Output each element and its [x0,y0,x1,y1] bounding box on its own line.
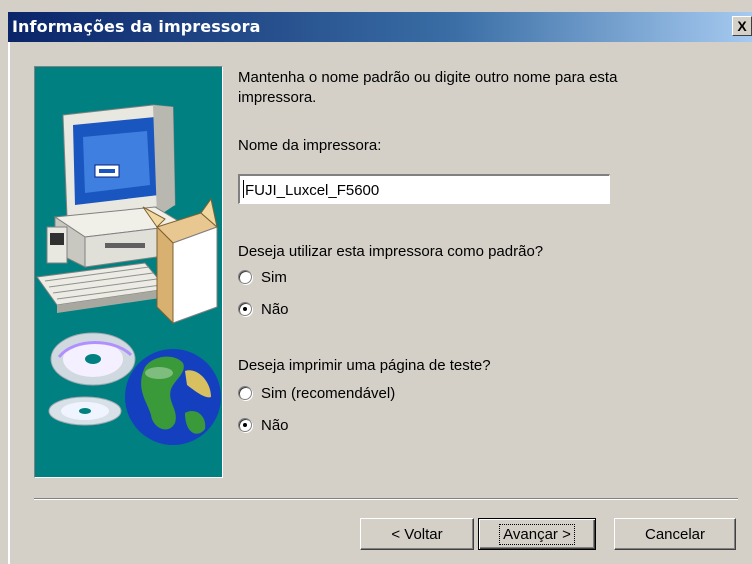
window-border [8,42,10,564]
printer-name-input[interactable]: FUJI_Luxcel_F5600 [238,174,610,204]
close-icon: X [737,18,747,34]
test-page-question: Deseja imprimir uma página de teste? [238,357,491,374]
title-bar[interactable]: Informações da impressora X [8,12,752,42]
text-caret [243,180,244,198]
radio-label: Sim (recomendável) [261,384,396,402]
default-no-option[interactable]: Não [238,298,289,320]
next-button[interactable]: Avançar > [478,518,596,550]
divider [34,498,738,500]
radio-label: Não [261,416,289,434]
intro-text: Mantenha o nome padrão ou digite outro n… [238,69,618,106]
default-printer-question: Deseja utilizar esta impressora como pad… [238,243,544,260]
test-yes-option[interactable]: Sim (recomendável) [238,382,395,404]
radio-label: Sim [261,268,287,286]
wizard-illustration [34,66,223,478]
radio-button-selected[interactable] [238,302,252,316]
radio-button-selected[interactable] [238,418,252,432]
printer-name-value: FUJI_Luxcel_F5600 [245,182,380,199]
test-no-option[interactable]: Não [238,414,289,436]
close-button[interactable]: X [732,16,752,36]
computer-globe-cd-icon [36,104,221,445]
radio-label: Não [261,300,289,318]
window-title: Informações da impressora [12,17,261,36]
next-button-label: Avançar > [499,523,575,545]
default-yes-option[interactable]: Sim [238,266,287,288]
printer-name-label: Nome da impressora: [238,137,382,154]
radio-button[interactable] [238,386,252,400]
printer-info-dialog: Informações da impressora X Mantenha o n… [0,0,752,564]
back-button[interactable]: < Voltar [360,518,474,550]
radio-button[interactable] [238,270,252,284]
cancel-button[interactable]: Cancelar [614,518,736,550]
